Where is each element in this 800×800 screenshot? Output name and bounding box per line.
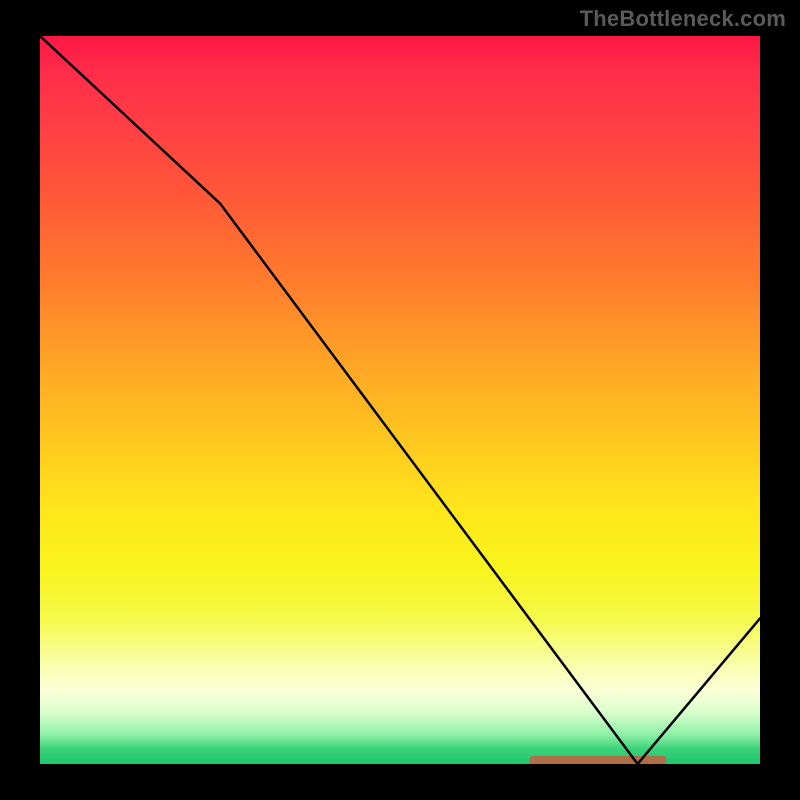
plot-area (40, 36, 760, 764)
chart-svg (40, 36, 760, 764)
attribution-text: TheBottleneck.com (580, 6, 786, 32)
bottleneck-curve (40, 36, 760, 764)
optimal-range-marker (530, 756, 667, 764)
chart-frame: TheBottleneck.com (0, 0, 800, 800)
